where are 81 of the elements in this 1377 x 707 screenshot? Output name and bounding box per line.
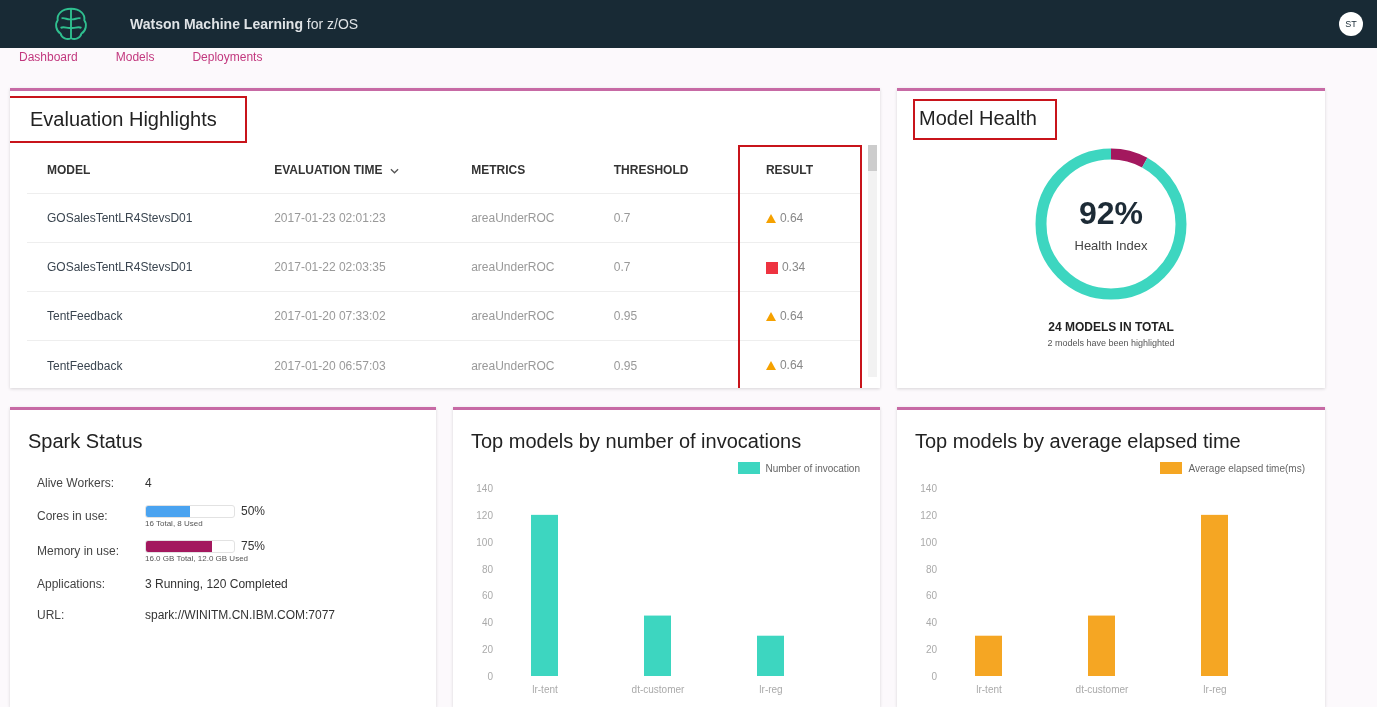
- scrollbar[interactable]: [868, 145, 877, 377]
- card-title: Spark Status: [28, 430, 143, 453]
- axis-tick-label: 40: [925, 617, 937, 629]
- axis-category-label: dt-customer: [1075, 684, 1129, 695]
- status-value: 4: [145, 476, 152, 490]
- bar: [757, 635, 784, 676]
- axis-tick-label: 20: [481, 644, 493, 656]
- legend-label: Average elapsed time(ms): [1188, 462, 1305, 474]
- table-cell: 2017-01-20 06:57:03: [273, 340, 471, 388]
- table-cell: TentFeedback: [27, 340, 274, 388]
- table-cell: 0.95: [612, 291, 739, 341]
- highlight-note: 2 models have been highlighted: [1047, 338, 1175, 348]
- axis-tick-label: 80: [925, 563, 937, 575]
- bar: [975, 635, 1002, 676]
- card-title: Evaluation Highlights: [10, 96, 247, 143]
- result-value: 0.64: [779, 358, 804, 372]
- brain-logo-icon: [52, 5, 90, 43]
- table-cell: GOSalesTentLR4StevsD01: [27, 242, 274, 292]
- table-cell: 2017-01-23 02:01:23: [273, 193, 471, 243]
- axis-tick-label: 60: [481, 590, 493, 602]
- bar: [1088, 615, 1115, 676]
- axis-tick-label: 120: [476, 509, 493, 521]
- chart-title: Top models by average elapsed time: [915, 430, 1241, 453]
- usage-detail: 16.0 GB Total, 12.0 GB Used: [145, 554, 250, 563]
- status-label: Applications:: [37, 577, 107, 591]
- axis-tick-label: 80: [481, 563, 493, 575]
- column-header[interactable]: RESULT: [738, 146, 861, 194]
- user-avatar[interactable]: ST: [1339, 12, 1363, 36]
- status-label: Cores in use:: [37, 509, 109, 523]
- usage-percent: 75%: [241, 539, 266, 553]
- usage-percent: 50%: [241, 504, 266, 518]
- axis-tick-label: 100: [476, 536, 493, 548]
- column-header[interactable]: THRESHOLD: [612, 146, 739, 194]
- bar: [644, 615, 671, 676]
- nav-link[interactable]: Deployments: [192, 50, 263, 64]
- table-cell: areaUnderROC: [470, 291, 613, 341]
- axis-category-label: lr-tent: [532, 684, 558, 695]
- status-value: 3 Running, 120 Completed: [145, 577, 288, 591]
- table-cell: 2017-01-20 07:33:02: [273, 291, 471, 341]
- axis-tick-label: 100: [920, 536, 937, 548]
- table-cell: areaUnderROC: [470, 242, 613, 292]
- table-cell: 0.7: [612, 193, 739, 243]
- axis-category-label: dt-customer: [631, 684, 685, 695]
- status-label: Alive Workers:: [37, 476, 116, 490]
- result-value: 0.34: [781, 260, 806, 274]
- table-cell: areaUnderROC: [470, 193, 613, 243]
- axis-category-label: lr-reg: [1203, 684, 1227, 695]
- axis-tick-label: 40: [481, 617, 493, 629]
- app-title: Watson Machine Learning for z/OS: [130, 16, 359, 32]
- axis-tick-label: 140: [920, 483, 937, 494]
- axis-tick-label: 120: [920, 509, 937, 521]
- axis-tick-label: 60: [925, 590, 937, 602]
- status-label: URL:: [37, 608, 66, 622]
- column-header[interactable]: METRICS: [470, 146, 613, 194]
- table-cell: 0.7: [612, 242, 739, 292]
- table-cell: TentFeedback: [27, 291, 274, 341]
- nav-link[interactable]: Models: [115, 50, 155, 64]
- result-value: 0.64: [779, 211, 804, 225]
- axis-tick-label: 0: [931, 671, 937, 682]
- health-percent: 92%: [1078, 195, 1143, 232]
- axis-tick-label: 140: [476, 483, 493, 494]
- chart-title: Top models by number of invocations: [471, 430, 802, 453]
- axis-tick-label: 0: [487, 671, 493, 682]
- table-cell: 2017-01-22 02:03:35: [273, 242, 471, 292]
- nav-link[interactable]: Dashboard: [19, 50, 78, 64]
- axis-category-label: lr-tent: [976, 684, 1002, 695]
- card-title: Model Health: [913, 99, 1057, 140]
- table-cell: areaUnderROC: [470, 340, 613, 388]
- health-label: Health Index: [1074, 238, 1148, 253]
- column-header[interactable]: EVALUATION TIME: [273, 146, 471, 194]
- status-label: Memory in use:: [37, 544, 121, 558]
- axis-category-label: lr-reg: [759, 684, 783, 695]
- status-value: spark://WINITM.CN.IBM.COM:7077: [145, 608, 336, 622]
- column-header[interactable]: MODEL: [27, 146, 274, 194]
- axis-tick-label: 20: [925, 644, 937, 656]
- result-value: 0.64: [779, 309, 804, 323]
- usage-detail: 16 Total, 8 Used: [145, 519, 204, 528]
- table-cell: 0.95: [612, 340, 739, 388]
- models-total: 24 MODELS IN TOTAL: [1048, 320, 1174, 334]
- table-cell: GOSalesTentLR4StevsD01: [27, 193, 274, 243]
- legend-label: Number of invocation: [765, 462, 860, 474]
